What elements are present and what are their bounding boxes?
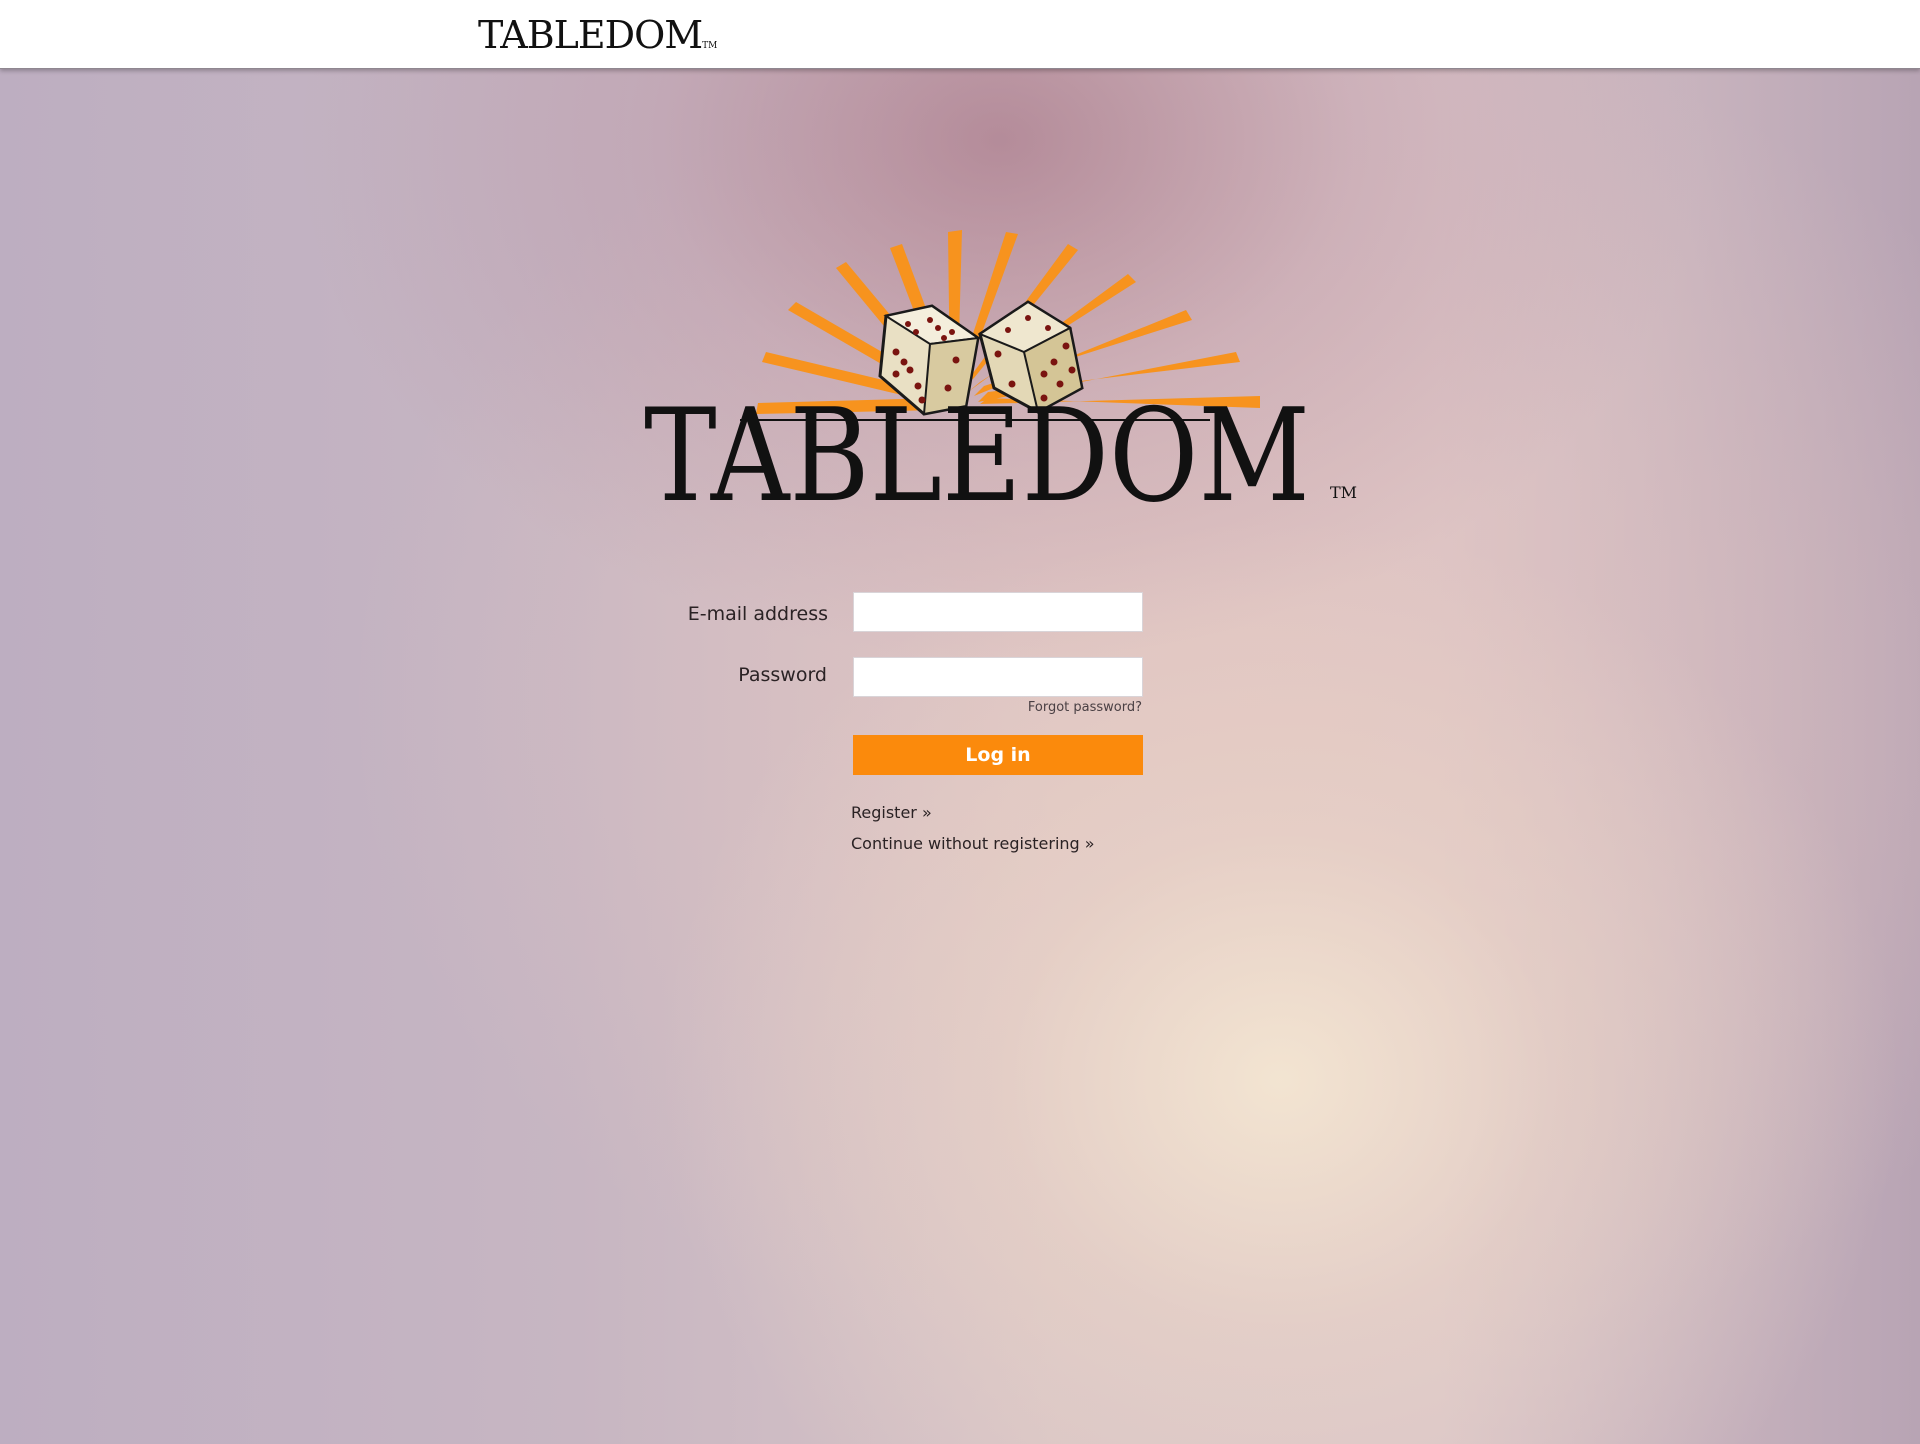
register-link[interactable]: Register » bbox=[851, 803, 932, 822]
email-label: E-mail address bbox=[687, 603, 828, 625]
top-bar: TABLEDOMTM bbox=[0, 0, 1920, 69]
email-field[interactable] bbox=[853, 592, 1143, 632]
header-logo-tm: TM bbox=[702, 41, 718, 51]
password-field[interactable] bbox=[853, 657, 1143, 697]
forgot-password-link[interactable]: Forgot password? bbox=[1000, 700, 1142, 715]
logo-trademark: TM bbox=[1330, 483, 1357, 502]
password-label: Password bbox=[738, 664, 827, 686]
header-logo[interactable]: TABLEDOMTM bbox=[478, 16, 717, 54]
logo-wordmark: TABLEDOM bbox=[644, 382, 1310, 508]
main-logo: TABLEDOM TM bbox=[644, 230, 1357, 508]
login-button[interactable]: Log in bbox=[853, 735, 1143, 775]
header-logo-text: TABLEDOM bbox=[478, 13, 703, 57]
continue-without-registering-link[interactable]: Continue without registering » bbox=[851, 834, 1095, 853]
